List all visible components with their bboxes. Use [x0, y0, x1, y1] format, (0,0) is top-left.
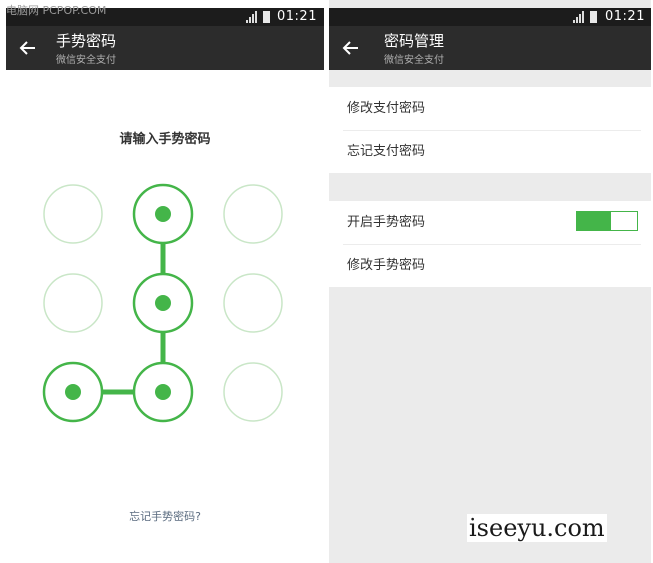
page-title: 密码管理 — [384, 32, 445, 50]
pattern-dot-ring[interactable] — [43, 184, 103, 244]
forgot-gesture-link[interactable]: 忘记手势密码? — [6, 508, 324, 524]
watermark: iseeyu.com — [467, 514, 607, 542]
clock: 01:21 — [605, 9, 645, 24]
page-subtitle: 微信安全支付 — [384, 55, 444, 66]
pattern-dot-ring[interactable] — [223, 184, 283, 244]
change-gesture-password-item[interactable]: 修改手势密码 — [329, 244, 651, 287]
enable-gesture-label: 开启手势密码 — [347, 215, 426, 230]
gesture-password-screen: 电脑网 PCPOP.COM 01:21 手势密码 微信安全支付 请输入手势密码 … — [6, 0, 324, 563]
toggle-on-fill — [577, 212, 611, 230]
pattern-dot-center — [155, 206, 171, 222]
back-arrow-icon[interactable] — [339, 36, 363, 60]
pattern-dot-center — [155, 384, 171, 400]
battery-icon — [590, 11, 597, 23]
change-payment-password-item[interactable]: 修改支付密码 — [329, 87, 651, 130]
forgot-payment-password-item[interactable]: 忘记支付密码 — [329, 130, 651, 173]
pattern-dot-ring[interactable] — [223, 273, 283, 333]
payment-password-section: 修改支付密码 忘记支付密码 — [329, 87, 651, 173]
pattern-dot-center — [65, 384, 81, 400]
password-management-screen: 01:21 密码管理 微信安全支付 修改支付密码 忘记支付密码 开启手势密码 修… — [329, 0, 651, 563]
gesture-pattern-grid[interactable] — [6, 0, 324, 563]
gesture-password-section: 开启手势密码 修改手势密码 — [329, 201, 651, 287]
pattern-dot-ring[interactable] — [43, 273, 103, 333]
pattern-dot-center — [155, 295, 171, 311]
gesture-password-toggle[interactable] — [576, 211, 638, 231]
app-bar: 密码管理 微信安全支付 — [329, 26, 651, 70]
pattern-dot-ring[interactable] — [223, 362, 283, 422]
enable-gesture-password-item[interactable]: 开启手势密码 — [329, 201, 651, 244]
signal-icon — [573, 11, 584, 23]
status-bar: 01:21 — [329, 8, 651, 26]
